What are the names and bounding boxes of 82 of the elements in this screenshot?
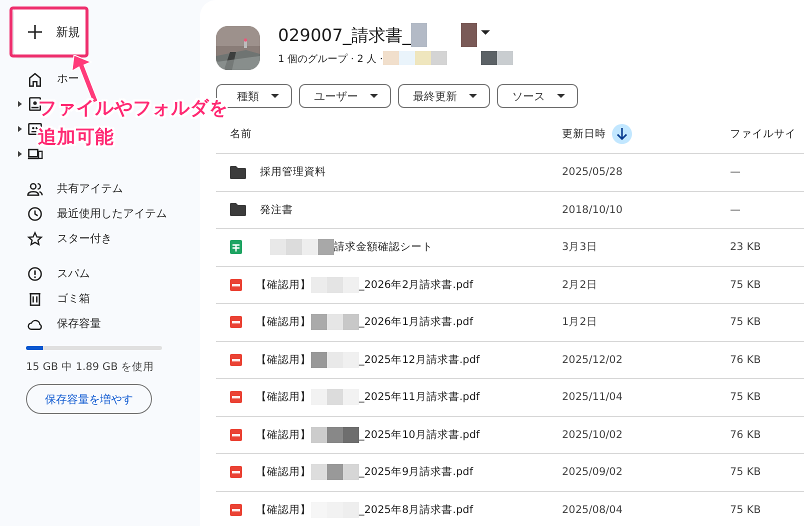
nav-item[interactable]: スター付き	[57, 231, 112, 246]
filter-chip[interactable]: ユーザー	[299, 84, 391, 108]
file-name[interactable]: _2026年1月請求書.pdf	[359, 315, 474, 330]
nav-item[interactable]: 保存容量	[57, 316, 101, 331]
dropdown-icon	[557, 94, 565, 98]
get-storage-button[interactable]: 保存容量を増やす	[26, 384, 152, 414]
pdf-icon	[230, 278, 242, 291]
file-size: 75 KB	[730, 504, 761, 516]
file-name[interactable]: 【確認用】	[256, 278, 311, 292]
file-name[interactable]: 【確認用】	[256, 315, 311, 330]
column-header[interactable]: 名前	[230, 127, 252, 141]
file-name[interactable]: 採用管理資料	[260, 165, 326, 180]
modified-date: 3月3日	[562, 240, 598, 254]
file-size: —	[730, 166, 740, 178]
pdf-icon	[230, 391, 242, 404]
pdf-icon	[230, 354, 242, 366]
nav-item[interactable]: 最近使用したアイテム	[57, 206, 167, 221]
modified-date: 2025/12/02	[562, 354, 623, 366]
filter-chip[interactable]: 最終更新	[398, 84, 490, 108]
home-icon	[27, 70, 43, 86]
file-name[interactable]: _2025年9月請求書.pdf	[359, 465, 474, 480]
file-size: 75 KB	[730, 466, 761, 478]
modified-date: 2025/11/04	[562, 391, 623, 404]
file-name[interactable]: 【確認用】	[256, 502, 311, 517]
trash-icon	[27, 290, 43, 306]
people-icon	[27, 180, 43, 196]
file-name[interactable]: 発注書	[260, 202, 293, 217]
callout-text: 追加可能	[38, 126, 114, 150]
file-name[interactable]: 【確認用】	[256, 465, 311, 480]
nav-item[interactable]: 共有アイテム	[57, 181, 123, 196]
nav-item[interactable]: ゴミ箱	[57, 291, 90, 306]
pdf-icon	[230, 504, 242, 516]
storage-usage: 15 GB 中 1.89 GB を使用	[26, 360, 156, 374]
nav-item[interactable]: スパム	[57, 266, 90, 281]
expand-icon	[18, 126, 22, 132]
modified-date: 2025/05/28	[562, 166, 623, 178]
dropdown-icon	[480, 30, 490, 34]
star-icon	[27, 230, 43, 246]
new-button[interactable]: 新規	[14, 8, 86, 56]
modified-date: 2018/10/10	[562, 204, 623, 216]
file-size: 75 KB	[730, 278, 761, 291]
file-name[interactable]: 請求金額確認シート	[334, 240, 433, 254]
file-size: 23 KB	[730, 241, 761, 254]
column-header[interactable]: 更新日時	[562, 127, 606, 141]
nav-item[interactable]: ホー	[57, 71, 79, 86]
column-header[interactable]: ファイルサイ	[730, 127, 796, 141]
pdf-icon	[230, 428, 242, 441]
spreadsheet-icon	[230, 240, 242, 254]
file-size: 75 KB	[730, 316, 761, 328]
file-name[interactable]: 【確認用】	[256, 390, 311, 404]
modified-date: 2月2日	[562, 278, 598, 292]
folder-icon	[230, 203, 246, 216]
modified-date: 2025/08/04	[562, 504, 623, 516]
members-summary: 1 個のグループ · 2 人 ·	[278, 52, 383, 66]
file-size: 76 KB	[730, 428, 761, 441]
folder-title: 029007_請求書_	[278, 24, 411, 46]
file-name[interactable]: _2025年10月請求書.pdf	[359, 428, 480, 442]
file-name[interactable]: _2025年12月請求書.pdf	[359, 352, 480, 367]
expand-icon	[18, 100, 22, 106]
file-name[interactable]: _2025年11月請求書.pdf	[359, 390, 480, 404]
dropdown-icon	[370, 94, 378, 98]
dropdown-icon	[469, 94, 477, 98]
dropdown-icon	[271, 94, 279, 98]
file-name[interactable]: 【確認用】	[256, 428, 311, 442]
file-size: 76 KB	[730, 354, 761, 366]
pdf-icon	[230, 466, 242, 478]
modified-date: 1月2日	[562, 315, 598, 330]
sort-down-icon	[612, 124, 632, 144]
pdf-icon	[230, 316, 242, 328]
file-size: 75 KB	[730, 391, 761, 404]
file-name[interactable]: 【確認用】	[256, 352, 311, 367]
alert-icon	[27, 266, 43, 282]
filter-chip[interactable]: ソース	[497, 84, 578, 108]
file-size: —	[730, 204, 740, 216]
modified-date: 2025/09/02	[562, 466, 623, 478]
clock-icon	[27, 206, 43, 222]
file-name[interactable]: _2025年8月請求書.pdf	[359, 502, 474, 517]
plus-icon	[28, 25, 42, 39]
folder-icon	[230, 166, 246, 179]
expand-icon	[18, 150, 22, 156]
file-name[interactable]: _2026年2月請求書.pdf	[359, 278, 474, 292]
modified-date: 2025/10/02	[562, 428, 623, 441]
